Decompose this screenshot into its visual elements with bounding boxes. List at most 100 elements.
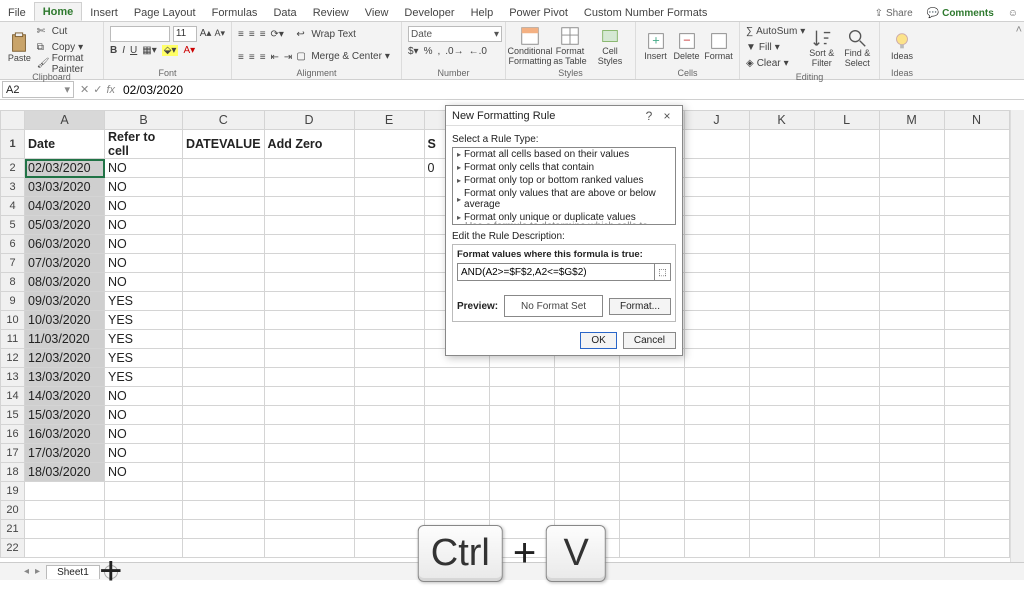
cell-F14[interactable] — [424, 387, 489, 406]
cell-D16[interactable] — [264, 425, 354, 444]
cell-D1[interactable]: Add Zero — [264, 130, 354, 159]
tab-view[interactable]: View — [357, 4, 397, 21]
dec-decimal-button[interactable]: ←.0 — [469, 46, 487, 57]
cell-K10[interactable] — [749, 311, 814, 330]
cell-N2[interactable] — [944, 159, 1009, 178]
delete-cells-button[interactable]: −Delete — [671, 24, 702, 67]
cell-D9[interactable] — [264, 292, 354, 311]
cell-K22[interactable] — [749, 539, 814, 558]
cell-L6[interactable] — [814, 235, 879, 254]
cell-M18[interactable] — [879, 463, 944, 482]
cell-B12[interactable]: YES — [105, 349, 183, 368]
smiley-button[interactable]: ☺ — [1002, 6, 1024, 21]
cell-E1[interactable] — [354, 130, 424, 159]
cell-A11[interactable]: 11/03/2020 — [25, 330, 105, 349]
cell-N5[interactable] — [944, 216, 1009, 235]
cell-E20[interactable] — [354, 501, 424, 520]
cell-J16[interactable] — [684, 425, 749, 444]
tab-file[interactable]: File — [0, 4, 34, 21]
cell-I19[interactable] — [619, 482, 684, 501]
cell-D15[interactable] — [264, 406, 354, 425]
format-cells-button[interactable]: Format — [702, 24, 735, 67]
cell-D19[interactable] — [264, 482, 354, 501]
cell-M2[interactable] — [879, 159, 944, 178]
cell-H18[interactable] — [554, 463, 619, 482]
cell-I14[interactable] — [619, 387, 684, 406]
col-header-N[interactable]: N — [944, 111, 1009, 130]
cell-M16[interactable] — [879, 425, 944, 444]
cell-C5[interactable] — [183, 216, 265, 235]
cut-button[interactable]: ✄Cut — [37, 24, 97, 39]
cell-D13[interactable] — [264, 368, 354, 387]
format-button[interactable]: Format... — [609, 298, 671, 315]
bold-button[interactable]: B — [110, 45, 117, 56]
cell-C1[interactable]: DATEVALUE — [183, 130, 265, 159]
cell-E5[interactable] — [354, 216, 424, 235]
formula-input[interactable] — [119, 83, 1024, 97]
row-header-12[interactable]: 12 — [1, 349, 25, 368]
cell-J5[interactable] — [684, 216, 749, 235]
cell-M10[interactable] — [879, 311, 944, 330]
cell-J20[interactable] — [684, 501, 749, 520]
row-header-3[interactable]: 3 — [1, 178, 25, 197]
cell-B18[interactable]: NO — [105, 463, 183, 482]
cell-N10[interactable] — [944, 311, 1009, 330]
cell-N17[interactable] — [944, 444, 1009, 463]
cell-E11[interactable] — [354, 330, 424, 349]
dialog-help-button[interactable]: ? — [640, 109, 658, 123]
cell-L8[interactable] — [814, 273, 879, 292]
col-header-J[interactable]: J — [684, 111, 749, 130]
cell-I17[interactable] — [619, 444, 684, 463]
col-header-D[interactable]: D — [264, 111, 354, 130]
cell-K5[interactable] — [749, 216, 814, 235]
cell-B4[interactable]: NO — [105, 197, 183, 216]
format-painter-button[interactable]: 🖌Format Painter — [37, 56, 97, 71]
cell-C10[interactable] — [183, 311, 265, 330]
cell-C8[interactable] — [183, 273, 265, 292]
row-header-18[interactable]: 18 — [1, 463, 25, 482]
cell-F19[interactable] — [424, 482, 489, 501]
clear-button[interactable]: ◈Clear ▾ — [746, 56, 802, 71]
cell-D8[interactable] — [264, 273, 354, 292]
cell-E7[interactable] — [354, 254, 424, 273]
sort-filter-button[interactable]: Sort & Filter — [804, 24, 840, 71]
cell-I20[interactable] — [619, 501, 684, 520]
range-picker-button[interactable]: ⬚ — [654, 264, 670, 280]
tab-home[interactable]: Home — [34, 2, 83, 21]
cell-B10[interactable]: YES — [105, 311, 183, 330]
row-header-5[interactable]: 5 — [1, 216, 25, 235]
cell-K3[interactable] — [749, 178, 814, 197]
cell-N4[interactable] — [944, 197, 1009, 216]
cell-M4[interactable] — [879, 197, 944, 216]
cell-N11[interactable] — [944, 330, 1009, 349]
cell-D7[interactable] — [264, 254, 354, 273]
col-header-C[interactable]: C — [183, 111, 265, 130]
orientation-icon[interactable]: ⟳▾ — [271, 29, 284, 40]
indent-dec-icon[interactable]: ⇤ — [271, 52, 279, 63]
ok-button[interactable]: OK — [580, 332, 616, 349]
cell-A10[interactable]: 10/03/2020 — [25, 311, 105, 330]
cell-A16[interactable]: 16/03/2020 — [25, 425, 105, 444]
cell-J19[interactable] — [684, 482, 749, 501]
cell-A6[interactable]: 06/03/2020 — [25, 235, 105, 254]
cell-J17[interactable] — [684, 444, 749, 463]
cell-D10[interactable] — [264, 311, 354, 330]
cell-A20[interactable] — [25, 501, 105, 520]
cell-B20[interactable] — [105, 501, 183, 520]
row-header-4[interactable]: 4 — [1, 197, 25, 216]
cell-M19[interactable] — [879, 482, 944, 501]
tab-powerpivot[interactable]: Power Pivot — [501, 4, 576, 21]
cell-K20[interactable] — [749, 501, 814, 520]
conditional-formatting-button[interactable]: Conditional Formatting — [510, 24, 550, 67]
cell-J10[interactable] — [684, 311, 749, 330]
tab-custom-number-formats[interactable]: Custom Number Formats — [576, 4, 715, 21]
row-header-22[interactable]: 22 — [1, 539, 25, 558]
cell-I22[interactable] — [619, 539, 684, 558]
cell-A21[interactable] — [25, 520, 105, 539]
number-format-select[interactable]: Date▾ — [408, 26, 502, 42]
cell-E18[interactable] — [354, 463, 424, 482]
cell-C14[interactable] — [183, 387, 265, 406]
cell-N18[interactable] — [944, 463, 1009, 482]
name-box[interactable]: A2▾ — [2, 81, 74, 98]
cell-J12[interactable] — [684, 349, 749, 368]
